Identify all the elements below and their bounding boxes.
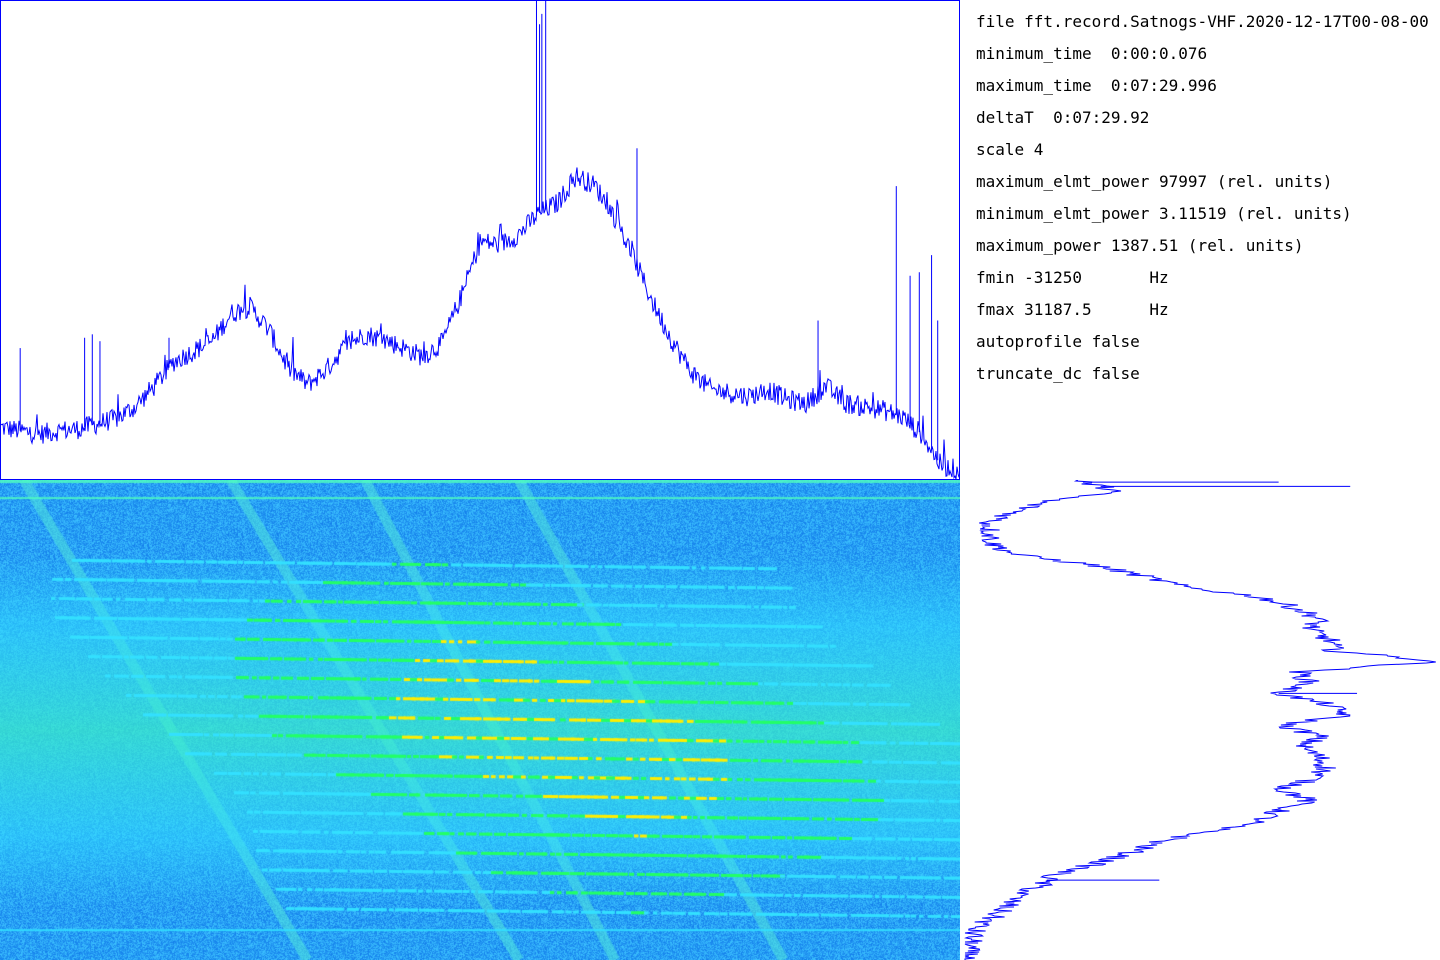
info-line: autoprofile false: [976, 332, 1140, 351]
spectrum-spikes: [19, 1, 939, 461]
info-line: maximum_elmt_power 97997 (rel. units): [976, 172, 1333, 191]
info-line: minimum_time 0:00:0.076: [976, 44, 1208, 63]
info-line: fmin -31250 Hz: [976, 268, 1169, 287]
profile-series-line: [964, 480, 1436, 960]
spectrum-svg: [1, 1, 959, 479]
info-line: minimum_elmt_power 3.11519 (rel. units): [976, 204, 1352, 223]
spectrum-plot: [0, 0, 960, 480]
info-line: fmax 31187.5 Hz: [976, 300, 1169, 319]
spectrum-series-line: [1, 167, 959, 479]
profile-spikes: [1046, 481, 1358, 881]
info-line: deltaT 0:07:29.92: [976, 108, 1150, 127]
info-line: truncate_dc false: [976, 364, 1140, 383]
info-line: scale 4: [976, 140, 1044, 159]
waterfall-canvas: [0, 480, 960, 960]
info-line: file fft.record.Satnogs-VHF.2020-12-17T0…: [976, 12, 1429, 31]
info-line: maximum_time 0:07:29.996: [976, 76, 1217, 95]
time-profile-plot: [960, 480, 1440, 960]
waterfall-spectrogram: [0, 480, 960, 960]
profile-svg: [964, 480, 1436, 960]
recording-info: file fft.record.Satnogs-VHF.2020-12-17T0…: [976, 10, 1440, 390]
info-line: maximum_power 1387.51 (rel. units): [976, 236, 1304, 255]
